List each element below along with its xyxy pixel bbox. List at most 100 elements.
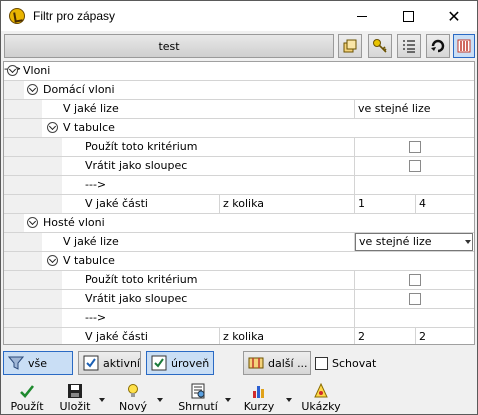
summary-icon bbox=[191, 383, 205, 399]
liga-value[interactable]: ve stejné lize bbox=[355, 100, 473, 118]
parts-total-value[interactable]: 4 bbox=[416, 195, 474, 213]
field-label: V jaké lize bbox=[63, 102, 119, 115]
columns-button[interactable] bbox=[453, 34, 475, 58]
tree-row-domaci-cast[interactable]: V jaké části z kolika 1 4 bbox=[4, 195, 474, 214]
active-filter-label: aktivní bbox=[102, 356, 140, 370]
hide-label: Schovat bbox=[332, 357, 377, 370]
collapse-icon[interactable] bbox=[27, 217, 38, 228]
hide-checkbox[interactable] bbox=[315, 357, 328, 370]
filter-toolbar: vše aktivní úroveň další ... Schovat bbox=[1, 348, 477, 378]
tree-row-hoste-cast[interactable]: V jaké části z kolika 2 2 bbox=[4, 328, 474, 344]
node-label: V tabulce bbox=[63, 254, 115, 267]
more-button[interactable]: další ... bbox=[243, 351, 311, 375]
minimize-button[interactable] bbox=[339, 2, 385, 31]
liga-select[interactable]: ve stejné lize bbox=[355, 233, 473, 251]
samples-icon bbox=[314, 383, 328, 398]
window-title: Filtr pro zápasy bbox=[33, 9, 116, 23]
save-button[interactable]: Uložit bbox=[55, 381, 95, 413]
active-filter-button[interactable]: aktivní bbox=[78, 351, 141, 375]
odds-button[interactable]: Kurzy bbox=[239, 381, 279, 413]
arrow-label: ---> bbox=[85, 178, 107, 191]
new-dropdown-icon[interactable] bbox=[157, 398, 163, 402]
part-value[interactable]: 1 bbox=[355, 195, 415, 213]
tree-row-domaci-sloupec[interactable]: Vrátit jako sloupec bbox=[4, 157, 474, 176]
collapse-icon[interactable] bbox=[47, 255, 58, 266]
odds-label: Kurzy bbox=[243, 400, 275, 413]
tree-row-domaci-kriterium[interactable]: Použít toto kritérium bbox=[4, 138, 474, 157]
tree-row-hoste-sloupec[interactable]: Vrátit jako sloupec bbox=[4, 290, 474, 309]
level-label: úroveň bbox=[171, 356, 210, 370]
field-label: Použít toto kritérium bbox=[85, 140, 198, 153]
save-dropdown-icon[interactable] bbox=[99, 398, 105, 402]
minimize-icon bbox=[357, 16, 367, 17]
funnel-icon bbox=[8, 356, 24, 370]
refresh-icon bbox=[431, 39, 445, 53]
samples-button[interactable]: Ukázky bbox=[297, 381, 345, 413]
copy-icon bbox=[343, 39, 357, 53]
field-label: V jaké lize bbox=[63, 235, 119, 248]
refresh-button[interactable] bbox=[426, 34, 450, 58]
header-toolbar: test bbox=[1, 31, 477, 60]
part-value[interactable]: 2 bbox=[355, 328, 415, 344]
close-button[interactable]: ✕ bbox=[431, 2, 477, 31]
list-button[interactable] bbox=[397, 34, 421, 58]
apply-label: Použít bbox=[10, 400, 44, 413]
z-kolika-label: z kolika bbox=[223, 330, 265, 343]
tree-row-hoste-tabulka[interactable]: V tabulce bbox=[4, 252, 474, 271]
collapse-icon[interactable] bbox=[7, 65, 18, 76]
apply-button[interactable]: Použít bbox=[7, 381, 47, 413]
return-column-checkbox[interactable] bbox=[409, 293, 421, 305]
key-button[interactable] bbox=[368, 34, 392, 58]
show-all-button[interactable]: vše bbox=[3, 351, 73, 375]
level-button[interactable]: úroveň bbox=[146, 351, 214, 375]
samples-label: Ukázky bbox=[301, 400, 341, 413]
odds-dropdown-icon[interactable] bbox=[286, 398, 292, 402]
tree-row-hoste-kriterium[interactable]: Použít toto kritérium bbox=[4, 271, 474, 290]
filter-tree-grid: Vloni Domácí vloni V jaké lize ve stejné… bbox=[3, 61, 475, 345]
use-criterion-checkbox[interactable] bbox=[409, 141, 421, 153]
tree-row-domaci[interactable]: Domácí vloni bbox=[4, 81, 474, 100]
node-label: V tabulce bbox=[63, 121, 115, 134]
summary-dropdown-icon[interactable] bbox=[225, 398, 231, 402]
close-icon: ✕ bbox=[447, 6, 461, 26]
tree-row-domaci-tabulka[interactable]: V tabulce bbox=[4, 119, 474, 138]
maximize-icon bbox=[402, 11, 414, 22]
columns-icon bbox=[457, 39, 471, 53]
summary-button[interactable]: Shrnutí bbox=[175, 381, 221, 413]
tree-row-hoste[interactable]: Hosté vloni bbox=[4, 214, 474, 233]
node-label: Domácí vloni bbox=[43, 83, 115, 96]
key-icon bbox=[373, 39, 387, 53]
tree-row-domaci-liga[interactable]: V jaké lize ve stejné lize bbox=[4, 100, 474, 119]
field-label: V jaké části bbox=[85, 330, 148, 343]
tree-row-hoste-liga[interactable]: V jaké lize ve stejné lize bbox=[4, 233, 474, 252]
checkbox-icon bbox=[83, 355, 99, 371]
z-kolika-label: z kolika bbox=[223, 197, 265, 210]
new-button[interactable]: Nový bbox=[113, 381, 153, 413]
use-criterion-checkbox[interactable] bbox=[409, 274, 421, 286]
return-column-checkbox[interactable] bbox=[409, 160, 421, 172]
tree-row-hoste-arrow: ---> bbox=[4, 309, 474, 328]
level-icon bbox=[151, 355, 167, 371]
save-icon bbox=[68, 384, 82, 398]
copy-button[interactable] bbox=[338, 34, 362, 58]
columns-icon bbox=[248, 357, 264, 369]
tree-row-domaci-arrow: ---> bbox=[4, 176, 474, 195]
chevron-down-icon[interactable] bbox=[465, 240, 471, 244]
arrow-label: ---> bbox=[85, 311, 107, 324]
save-label: Uložit bbox=[59, 400, 91, 413]
show-all-label: vše bbox=[28, 356, 48, 370]
node-label: Vloni bbox=[23, 64, 51, 77]
action-bar: Použít Uložit Nový Shrnutí Kurzy Ukázky bbox=[1, 379, 477, 414]
collapse-icon[interactable] bbox=[47, 122, 58, 133]
bar-chart-icon bbox=[253, 386, 264, 398]
field-label: Vrátit jako sloupec bbox=[85, 159, 188, 172]
maximize-button[interactable] bbox=[385, 2, 431, 31]
node-label: Hosté vloni bbox=[43, 216, 105, 229]
checkmark-icon bbox=[20, 385, 35, 398]
field-label: Vrátit jako sloupec bbox=[85, 292, 188, 305]
parts-total-value[interactable]: 2 bbox=[416, 328, 474, 344]
collapse-icon[interactable] bbox=[27, 84, 38, 95]
tree-row-vloni[interactable]: Vloni bbox=[4, 62, 474, 81]
field-label: V jaké části bbox=[85, 197, 148, 210]
test-button[interactable]: test bbox=[4, 34, 334, 58]
